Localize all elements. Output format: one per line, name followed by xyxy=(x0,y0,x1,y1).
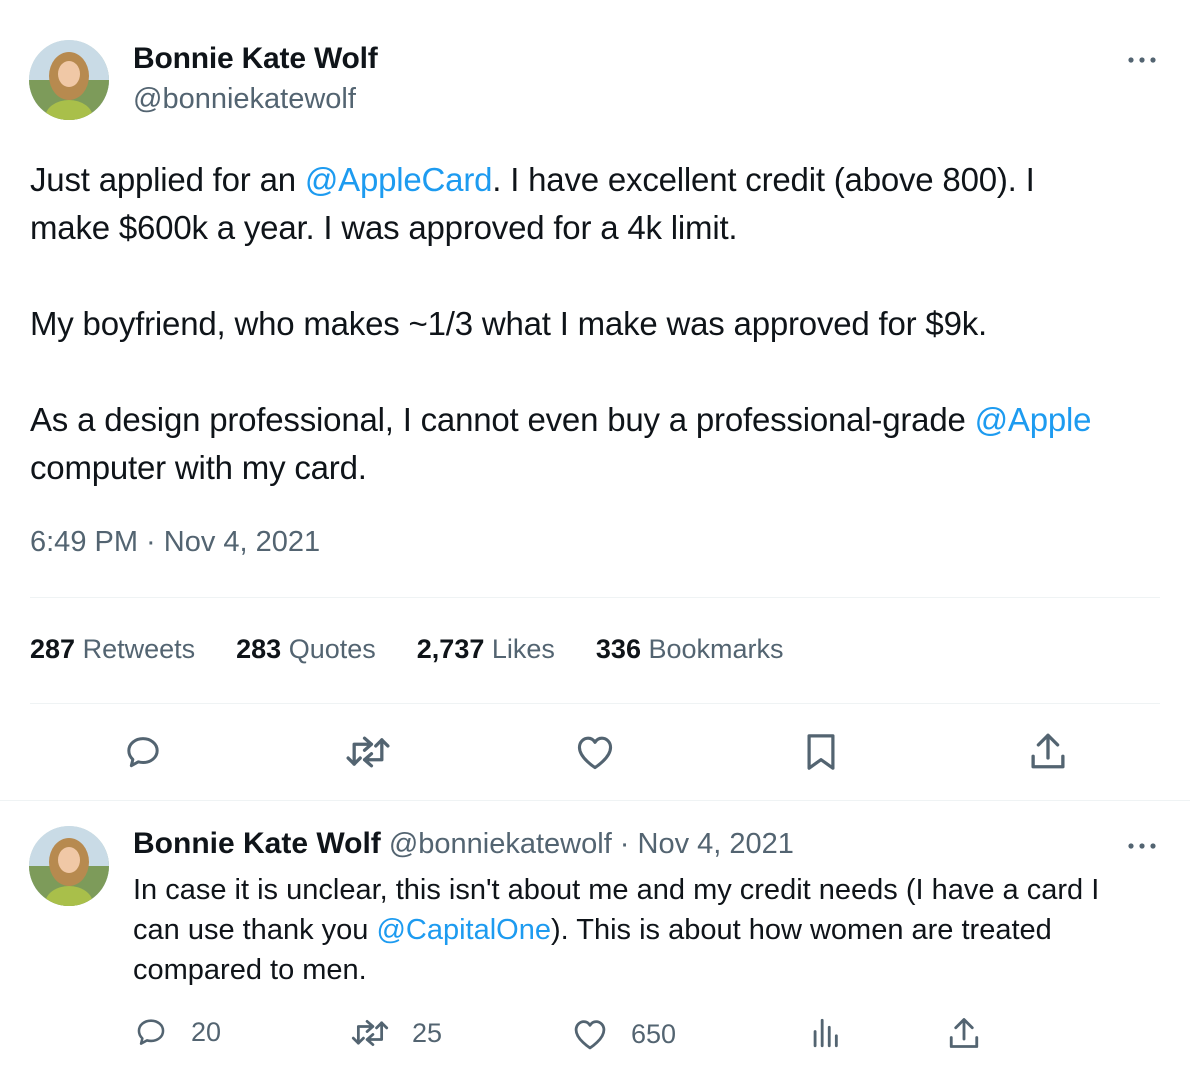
retweet-icon xyxy=(351,1019,389,1047)
reply-button[interactable] xyxy=(122,732,164,772)
mention-capitalone[interactable]: @CapitalOne xyxy=(376,914,551,946)
retweet-button[interactable] xyxy=(344,733,392,771)
more-options-icon[interactable] xyxy=(1127,55,1157,65)
reply-more-options-icon[interactable] xyxy=(1127,841,1157,851)
author-handle[interactable]: @bonniekatewolf xyxy=(133,83,356,116)
tweet-line-2: make $600k a year. I was approved for a … xyxy=(30,209,738,246)
text-segment: can use thank you xyxy=(133,914,377,946)
bookmark-icon xyxy=(807,734,835,770)
text-segment: Just applied for an xyxy=(30,161,305,198)
like-button[interactable] xyxy=(574,733,616,771)
tweet-line-4: As a design professional, I cannot even … xyxy=(30,396,1170,444)
bookmark-button[interactable] xyxy=(804,731,838,773)
reply-views-button[interactable] xyxy=(808,1016,842,1050)
share-icon xyxy=(949,1018,979,1048)
stat-label: Retweets xyxy=(82,634,196,664)
like-count: 650 xyxy=(631,1018,677,1049)
retweet-count: 25 xyxy=(412,1017,443,1048)
reply-retweet-button[interactable]: 25 xyxy=(350,1017,442,1049)
like-icon xyxy=(577,736,613,770)
tweet-line-3: My boyfriend, who makes ~1/3 what I make… xyxy=(30,305,987,342)
author-avatar[interactable] xyxy=(29,40,109,120)
views-icon xyxy=(813,1018,838,1048)
author-name[interactable]: Bonnie Kate Wolf xyxy=(133,42,378,76)
reply-line-2: can use thank you @CapitalOne). This is … xyxy=(133,910,1173,950)
like-icon xyxy=(574,1020,606,1050)
reply-header: Bonnie Kate Wolf @bonniekatewolf · Nov 4… xyxy=(133,827,794,861)
stat-label: Quotes xyxy=(288,634,376,664)
text-segment: . I have excellent credit (above 800). I xyxy=(492,161,1035,198)
reply-author-avatar[interactable] xyxy=(29,826,109,906)
reply-like-button[interactable]: 650 xyxy=(571,1017,676,1051)
reply-meta[interactable]: @bonniekatewolf · Nov 4, 2021 xyxy=(389,828,794,860)
stat-value: 283 xyxy=(236,634,282,664)
stat-bookmarks[interactable]: 336 Bookmarks xyxy=(596,634,784,665)
reply-reply-button[interactable]: 20 xyxy=(133,1015,221,1049)
reply-line-1: In case it is unclear, this isn't about … xyxy=(133,874,1100,906)
tweet-timestamp[interactable]: 6:49 PM · Nov 4, 2021 xyxy=(30,526,320,559)
stat-label: Likes xyxy=(491,634,555,664)
text-segment: ). This is about how women are treated xyxy=(550,914,1052,946)
mention-apple[interactable]: @Apple xyxy=(975,401,1092,438)
reply-author-name[interactable]: Bonnie Kate Wolf xyxy=(133,827,381,860)
stat-retweets[interactable]: 287 Retweets xyxy=(30,634,195,665)
reply-icon xyxy=(137,1019,165,1045)
stat-likes[interactable]: 2,737 Likes xyxy=(417,634,555,665)
divider xyxy=(30,703,1160,704)
reply-line-3: compared to men. xyxy=(133,954,367,986)
share-icon xyxy=(1031,733,1065,769)
divider xyxy=(30,597,1160,598)
stat-quotes[interactable]: 283 Quotes xyxy=(236,634,376,665)
reply-icon xyxy=(127,737,159,768)
tweet-line-1: Just applied for an @AppleCard. I have e… xyxy=(30,156,1170,204)
stat-value: 287 xyxy=(30,634,76,664)
retweet-icon xyxy=(346,736,390,768)
tweet-text: Just applied for an @AppleCard. I have e… xyxy=(30,156,1170,492)
tweet-line-5: computer with my card. xyxy=(30,449,367,486)
stat-value: 336 xyxy=(595,634,641,664)
divider xyxy=(0,800,1190,801)
reply-share-button[interactable] xyxy=(947,1015,981,1051)
reply-count: 20 xyxy=(191,1016,222,1047)
stat-value: 2,737 xyxy=(416,634,485,664)
share-button[interactable] xyxy=(1028,730,1068,772)
reply-text: In case it is unclear, this isn't about … xyxy=(133,870,1173,990)
engagement-stats: 287 Retweets 283 Quotes 2,737 Likes 336 … xyxy=(30,634,825,665)
mention-applecard[interactable]: @AppleCard xyxy=(305,161,493,198)
text-segment: As a design professional, I cannot even … xyxy=(30,401,975,438)
stat-label: Bookmarks xyxy=(648,634,784,664)
